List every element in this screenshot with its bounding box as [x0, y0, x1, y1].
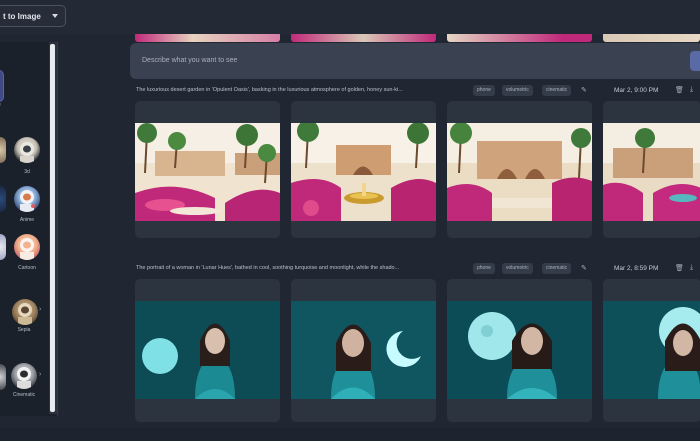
generation-prompt-text: The luxurious desert garden in 'Opulent … [136, 87, 403, 93]
tag-badge[interactable]: cinematic [542, 263, 572, 274]
selected-style-label: e [0, 102, 1, 108]
mode-select[interactable]: t to Image [0, 5, 66, 27]
style-thumb-anime[interactable] [14, 186, 40, 212]
generated-image[interactable] [135, 301, 280, 399]
generated-image[interactable] [291, 301, 436, 399]
bottom-bar [0, 428, 700, 441]
pencil-icon[interactable]: ✎ [581, 86, 587, 94]
style-thumb-partial[interactable] [0, 234, 6, 260]
tag-badge[interactable]: phone [473, 85, 495, 96]
style-label-sepia: Sepia [17, 327, 31, 333]
generated-image[interactable] [447, 301, 592, 399]
generation-date: Mar 2, 9:00 PM [614, 87, 659, 94]
mode-select-label: t to Image [3, 11, 41, 21]
tag-badge[interactable]: cinematic [542, 85, 572, 96]
style-thumb-partial[interactable] [0, 137, 6, 163]
trash-icon[interactable]: 🗑 [675, 86, 684, 94]
image-card[interactable] [603, 279, 700, 422]
sidebar-scroll-thumb[interactable] [50, 44, 55, 412]
app-root: t to Image e 3d Anime Cartoon › Sepia › … [0, 0, 700, 441]
image-card[interactable] [603, 101, 700, 238]
style-thumb-partial[interactable] [0, 186, 6, 212]
style-thumb-cartoon[interactable] [14, 234, 40, 260]
image-card[interactable] [447, 101, 592, 238]
image-card[interactable] [291, 101, 436, 238]
generated-image[interactable] [603, 123, 700, 221]
chevron-right-icon[interactable]: › [39, 306, 41, 313]
generation-prompt-text: The portrait of a woman in 'Lunar Hues',… [136, 265, 400, 271]
style-thumb-3d[interactable] [14, 137, 40, 163]
generate-button[interactable] [690, 51, 700, 71]
top-bar: t to Image [0, 0, 700, 34]
previous-image-strip [291, 34, 436, 42]
image-card[interactable] [135, 279, 280, 422]
tag-badge[interactable]: volumetric [502, 85, 533, 96]
style-thumb-sepia[interactable] [12, 299, 38, 325]
chevron-down-icon [52, 14, 58, 18]
image-card[interactable] [291, 279, 436, 422]
generated-image[interactable] [447, 123, 592, 221]
tag-badge[interactable]: phone [473, 263, 495, 274]
style-thumb-partial[interactable] [0, 364, 6, 390]
style-label-cinematic: Cinematic [12, 392, 36, 398]
style-label-anime: Anime [19, 217, 35, 223]
download-icon[interactable]: ⤓ [690, 86, 693, 94]
prompt-input-placeholder: Describe what you want to see [142, 57, 238, 64]
generation-date: Mar 2, 8:59 PM [614, 265, 659, 272]
download-icon[interactable]: ⤓ [690, 264, 693, 272]
generated-image[interactable] [291, 123, 436, 221]
chevron-right-icon[interactable]: › [39, 371, 41, 378]
style-label-cartoon: Cartoon [18, 265, 36, 271]
image-card[interactable] [135, 101, 280, 238]
image-card[interactable] [447, 279, 592, 422]
generated-image[interactable] [603, 301, 700, 399]
tag-badge[interactable]: volumetric [502, 263, 533, 274]
trash-icon[interactable]: 🗑 [675, 264, 684, 272]
style-thumb-cinematic[interactable] [11, 363, 37, 389]
previous-image-strip [447, 34, 592, 42]
previous-image-strip [135, 34, 280, 42]
generated-image[interactable] [135, 123, 280, 221]
selected-style-tile[interactable] [0, 70, 4, 102]
pencil-icon[interactable]: ✎ [581, 264, 587, 272]
previous-image-strip [603, 34, 700, 42]
style-label-3d: 3d [24, 169, 30, 175]
